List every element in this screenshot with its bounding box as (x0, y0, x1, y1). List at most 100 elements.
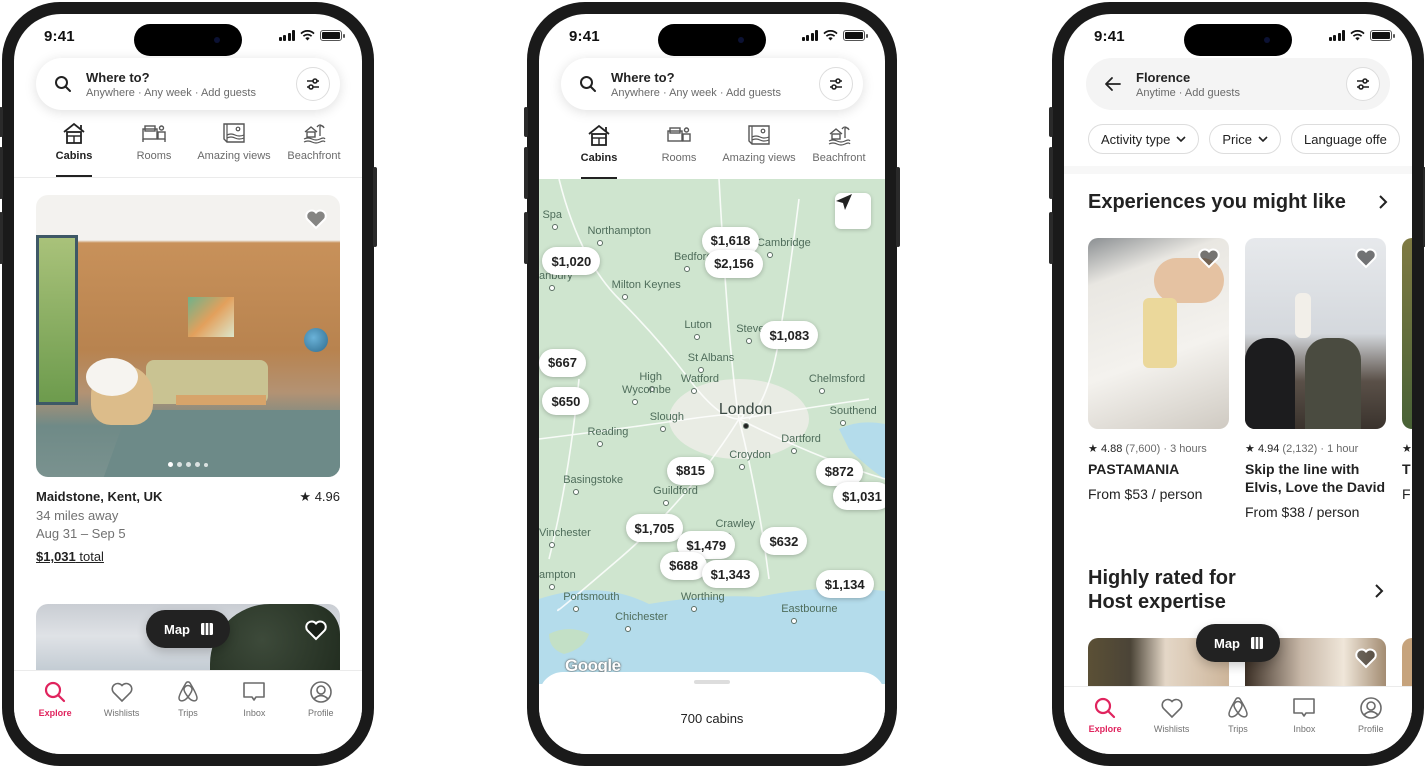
message-icon (1292, 695, 1316, 721)
search-bar[interactable]: Where to? Anywhere · Any week · Add gues… (561, 58, 863, 110)
experience-card[interactable]: ★ T A F (1402, 238, 1412, 520)
filters-button[interactable] (296, 67, 330, 101)
experience-meta: ★ (1402, 442, 1412, 455)
rating: 4.94 (1257, 443, 1280, 455)
category-tab-cabins[interactable]: Cabins (34, 120, 114, 177)
category-tab-beachfront[interactable]: Beachfront (274, 120, 354, 177)
category-tab-amazing-views[interactable]: Amazing views (719, 122, 799, 179)
price-pin[interactable]: $688 (660, 551, 708, 580)
tab-profile[interactable]: Profile (1341, 695, 1401, 754)
map-place-label: Crawley (715, 518, 756, 531)
sliders-icon (307, 78, 319, 90)
tab-explore[interactable]: Explore (25, 679, 85, 754)
experience-card[interactable]: ★ 4.88 (7,600) · 3 hours PASTAMANIA From… (1088, 238, 1229, 520)
map-button[interactable]: Map (1196, 624, 1280, 662)
map-place-marker (791, 447, 798, 454)
search-bar[interactable]: Where to? Anywhere · Any week · Add gues… (36, 58, 340, 110)
map-place-label: Luton (684, 318, 712, 331)
price-pin[interactable]: $1,343 (701, 560, 760, 589)
map-button[interactable]: Map (146, 610, 230, 648)
price-pin[interactable]: $650 (542, 387, 590, 416)
search-bar[interactable]: Florence Anytime · Add guests (1086, 58, 1390, 110)
chip-language[interactable]: Language offe (1290, 124, 1400, 154)
price-pin[interactable]: $815 (667, 456, 714, 485)
tab-label: Wishlists (103, 708, 140, 718)
tab-inbox[interactable]: Inbox (224, 679, 284, 754)
map-place-label: Basingstoke (563, 473, 624, 486)
map-place-marker (690, 605, 697, 612)
filters-button[interactable] (819, 67, 853, 101)
power-button (896, 167, 900, 247)
map-place-label: Reading (587, 426, 629, 439)
experience-photo[interactable] (1088, 238, 1229, 429)
price-pin[interactable]: $1,020 (542, 247, 601, 276)
price-pin[interactable]: $1,031 (833, 482, 885, 510)
price-suffix: total (75, 549, 104, 564)
dynamic-island (1184, 24, 1292, 56)
category-tab-cabins[interactable]: Cabins (559, 122, 639, 179)
cellular-signal-icon (278, 30, 295, 41)
listing-price[interactable]: $1,031 total (36, 549, 340, 564)
heart-icon[interactable] (1197, 246, 1221, 270)
category-tab-more[interactable]: O (354, 120, 362, 177)
screen: 9:41 Florence Anytime · Add guests Activ… (1064, 14, 1412, 754)
price-pin[interactable]: $667 (539, 348, 586, 377)
price-pin[interactable]: $1,134 (815, 570, 874, 599)
chevron-right-icon[interactable] (1374, 584, 1384, 598)
tab-profile[interactable]: Profile (291, 679, 351, 754)
heart-icon[interactable] (1354, 646, 1378, 670)
category-tab-beachfront[interactable]: Beachfront (799, 122, 879, 179)
sliders-icon (830, 78, 842, 90)
chevron-right-icon[interactable] (1378, 195, 1388, 209)
listing-card[interactable]: Maidstone, Kent, UK ★ 4.96 34 miles away… (36, 195, 340, 564)
tab-explore[interactable]: Explore (1075, 695, 1135, 754)
volume-down-button (524, 212, 528, 264)
price-pin[interactable]: $632 (760, 527, 808, 556)
category-tab-amazing-views[interactable]: Amazing views (194, 120, 274, 177)
category-tab-rooms[interactable]: Rooms (639, 122, 719, 179)
tab-inbox[interactable]: Inbox (1274, 695, 1334, 754)
tab-wishlists[interactable]: Wishlists (92, 679, 152, 754)
message-icon (242, 679, 266, 705)
navigation-arrow-icon (836, 194, 852, 210)
airbnb-logo-icon (177, 679, 199, 705)
category-tab-rooms[interactable]: Rooms (114, 120, 194, 177)
price-pin[interactable]: $1,083 (760, 321, 819, 350)
section-title: Highly rated for Host expertise (1088, 567, 1236, 613)
listing-photo[interactable] (36, 195, 340, 477)
map-place-label: Spa (542, 209, 563, 222)
heart-icon[interactable] (1354, 246, 1378, 270)
heart-icon[interactable] (304, 207, 328, 231)
tab-trips[interactable]: Trips (1208, 695, 1268, 754)
experience-card[interactable]: ★ 4.94 (2,132) · 1 hour Skip the line wi… (1245, 238, 1386, 520)
heart-icon[interactable] (304, 618, 328, 642)
category-tab-more[interactable]: C (879, 122, 885, 179)
section-experiences-header[interactable]: Experiences you might like (1088, 190, 1388, 214)
tab-trips[interactable]: Trips (158, 679, 218, 754)
tab-wishlists[interactable]: Wishlists (1142, 695, 1202, 754)
current-location-button[interactable] (835, 193, 871, 229)
map-place-label: Cambridge (756, 236, 811, 249)
price-pin[interactable]: $2,156 (705, 249, 763, 278)
cellular-signal-icon (1328, 30, 1345, 41)
category-label: Amazing views (197, 150, 271, 162)
cellular-signal-icon (801, 30, 818, 41)
experience-price: From $53 / person (1088, 486, 1203, 502)
experience-photo[interactable] (1245, 238, 1386, 429)
back-arrow-icon[interactable] (1102, 73, 1124, 95)
dynamic-island (658, 24, 766, 56)
experience-photo[interactable] (1402, 238, 1412, 429)
screen: 9:41 Where to? Anywhere · Any week · Add… (14, 14, 362, 754)
volume-up-button (0, 147, 3, 199)
section-host-expertise-header[interactable]: Highly rated for Host expertise (1088, 566, 1268, 614)
filters-button[interactable] (1346, 67, 1380, 101)
map-place-label: Milton Keynes (611, 278, 681, 291)
chip-activity-type[interactable]: Activity type (1088, 124, 1200, 154)
map-view[interactable]: Spa Northampton Cambridge Bedford anbury Milt… (539, 179, 885, 684)
price-pin[interactable]: $1,705 (625, 514, 684, 543)
section-title: Experiences you might like (1088, 191, 1346, 213)
chip-price[interactable]: Price (1209, 124, 1281, 154)
duration: · 1 hour (1320, 443, 1359, 455)
results-bottom-sheet[interactable]: 700 cabins (539, 672, 885, 754)
sheet-drag-handle[interactable] (694, 680, 730, 684)
